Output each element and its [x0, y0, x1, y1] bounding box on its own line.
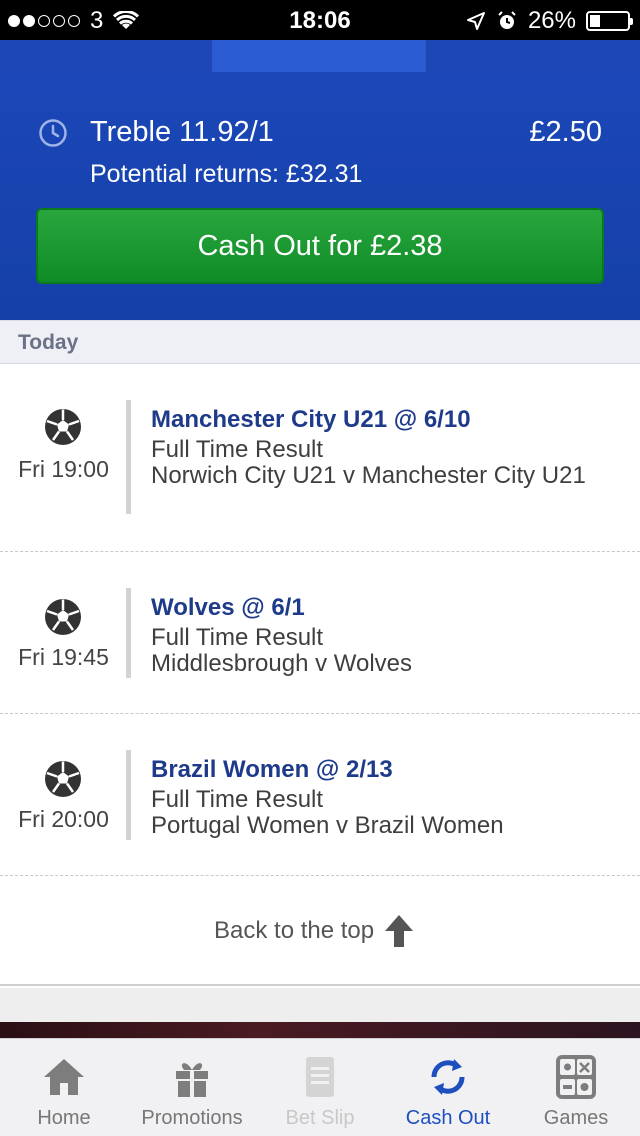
selection-divider: [126, 588, 131, 678]
selection-item[interactable]: Fri 19:45 Wolves @ 6/1 Full Time Result …: [0, 552, 640, 714]
betslip-icon: [306, 1057, 334, 1097]
tab-label: Promotions: [141, 1107, 243, 1129]
selection-event: Portugal Women v Brazil Women: [151, 812, 504, 839]
top-tab-highlight: [212, 40, 426, 72]
bottom-tab-bar: Home Promotions Bet Slip Cash Out Games: [0, 1038, 640, 1136]
selection-divider: [126, 400, 131, 514]
alarm-clock-icon: [498, 11, 516, 29]
football-icon: [45, 409, 81, 445]
home-icon: [44, 1059, 84, 1095]
clock-icon: [39, 119, 67, 147]
football-icon: [45, 761, 81, 797]
tab-label: Home: [37, 1107, 91, 1129]
tab-games[interactable]: Games: [512, 1039, 640, 1136]
selection-event: Norwich City U21 v Manchester City U21: [151, 462, 586, 489]
top-tab-strip: [0, 40, 640, 72]
app-screen: 3 18:06 26% Treble 11.92/1 £2.50 Potenti…: [0, 0, 640, 1136]
games-icon: [556, 1055, 596, 1099]
section-header-today: Today: [0, 320, 640, 364]
battery-percentage: 26%: [527, 7, 576, 34]
selection-pick: Brazil Women @ 2/13: [151, 756, 393, 783]
arrow-up-icon: [385, 915, 414, 947]
tab-label: Games: [543, 1107, 609, 1129]
location-arrow-icon: [466, 12, 485, 30]
back-to-top-link[interactable]: Back to the top: [214, 914, 414, 948]
bet-title: Treble 11.92/1: [90, 116, 274, 148]
gift-icon: [176, 1063, 208, 1097]
cashout-icon: [431, 1059, 465, 1095]
back-to-top-section: Back to the top: [0, 876, 640, 986]
selection-event: Middlesbrough v Wolves: [151, 650, 413, 677]
potential-returns: Potential returns: £32.31: [90, 160, 363, 188]
selection-pick: Wolves @ 6/1: [151, 594, 305, 621]
selection-pick: Manchester City U21 @ 6/10: [151, 406, 471, 433]
selection-market: Full Time Result: [151, 786, 324, 813]
section-label: Today: [18, 331, 79, 354]
tab-promotions[interactable]: Promotions: [128, 1039, 256, 1136]
status-right: 26%: [466, 7, 633, 35]
tab-home[interactable]: Home: [0, 1039, 128, 1136]
selection-item[interactable]: Fri 20:00 Brazil Women @ 2/13 Full Time …: [0, 714, 640, 876]
event-time: Fri 19:00: [18, 456, 109, 482]
selection-market: Full Time Result: [151, 624, 324, 651]
selection-divider: [126, 750, 131, 840]
back-to-top-label: Back to the top: [214, 917, 375, 944]
tab-cash-out[interactable]: Cash Out: [384, 1039, 512, 1136]
football-icon: [45, 599, 81, 635]
tab-label: Bet Slip: [285, 1107, 355, 1129]
selection-item[interactable]: Fri 19:00 Manchester City U21 @ 6/10 Ful…: [0, 364, 640, 552]
event-time: Fri 20:00: [18, 806, 109, 832]
tab-label: Cash Out: [405, 1107, 491, 1129]
tab-bet-slip[interactable]: Bet Slip: [256, 1039, 384, 1136]
event-time: Fri 19:45: [18, 644, 109, 670]
status-bar: 3 18:06 26%: [0, 0, 640, 40]
bet-summary: Treble 11.92/1 £2.50 Potential returns: …: [0, 72, 640, 320]
selection-market: Full Time Result: [151, 436, 324, 463]
bet-stake: £2.50: [529, 116, 602, 148]
footer-spacer: [0, 988, 640, 1022]
cash-out-button[interactable]: Cash Out for £2.38: [36, 208, 604, 284]
battery-icon: [586, 11, 633, 31]
